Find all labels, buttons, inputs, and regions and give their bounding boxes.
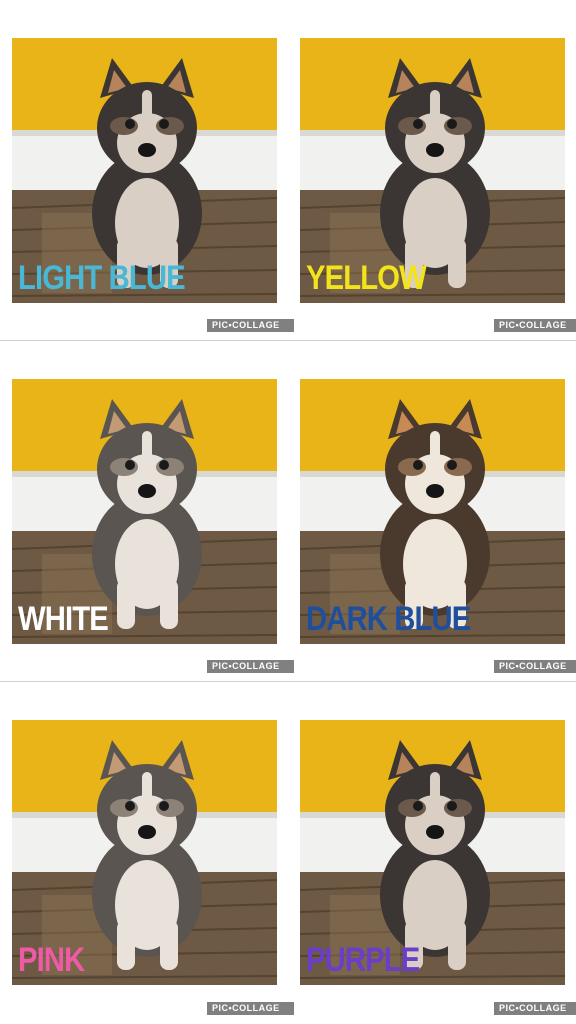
puppy-blaze [430, 772, 440, 812]
pic-collage-watermark: PIC•COLLAGE [207, 319, 294, 332]
puppy-blaze [142, 90, 152, 130]
pic-collage-watermark: PIC•COLLAGE [207, 1002, 294, 1015]
puppy-eye [125, 801, 135, 811]
puppy-leg [117, 920, 135, 970]
puppy-eye [159, 119, 169, 129]
puppy-eye [413, 801, 423, 811]
pic-collage-watermark: PIC•COLLAGE [494, 319, 576, 332]
puppy-blaze [430, 431, 440, 471]
color-label: PINK [18, 941, 85, 979]
puppy-eye [159, 801, 169, 811]
puppy-nose [426, 825, 444, 839]
puppy-eye [447, 460, 457, 470]
puppy-nose [138, 825, 156, 839]
puppy-photo-purple: PURPLE [300, 720, 565, 985]
puppy-eye [159, 460, 169, 470]
puppy-leg [160, 920, 178, 970]
color-label: WHITE [18, 600, 109, 638]
puppy-nose [138, 143, 156, 157]
row-divider [0, 681, 576, 682]
puppy-nose [138, 484, 156, 498]
color-label: LIGHT BLUE [18, 259, 186, 297]
pic-collage-watermark: PIC•COLLAGE [207, 660, 294, 673]
puppy-photo-white: WHITE [12, 379, 277, 644]
puppy-photo-dark-blue: DARK BLUE [300, 379, 565, 644]
puppy-nose [426, 143, 444, 157]
puppy-blaze [430, 90, 440, 130]
puppy-leg [448, 238, 466, 288]
puppy-eye [447, 801, 457, 811]
puppy-photo-light-blue: LIGHT BLUE [12, 38, 277, 303]
color-label: DARK BLUE [306, 600, 471, 638]
puppy-blaze [142, 772, 152, 812]
puppy-eye [413, 460, 423, 470]
puppy-leg [117, 579, 135, 629]
puppy-leg [160, 579, 178, 629]
puppy-eye [447, 119, 457, 129]
puppy-eye [413, 119, 423, 129]
pic-collage-watermark: PIC•COLLAGE [494, 660, 576, 673]
puppy-photo-pink: PINK [12, 720, 277, 985]
puppy-eye [125, 460, 135, 470]
puppy-photo-yellow: YELLOW [300, 38, 565, 303]
puppy-blaze [142, 431, 152, 471]
color-label: PURPLE [306, 941, 420, 979]
puppy-eye [125, 119, 135, 129]
row-divider [0, 340, 576, 341]
puppy-leg [448, 920, 466, 970]
color-label: YELLOW [306, 259, 427, 297]
pic-collage-watermark: PIC•COLLAGE [494, 1002, 576, 1015]
puppy-nose [426, 484, 444, 498]
